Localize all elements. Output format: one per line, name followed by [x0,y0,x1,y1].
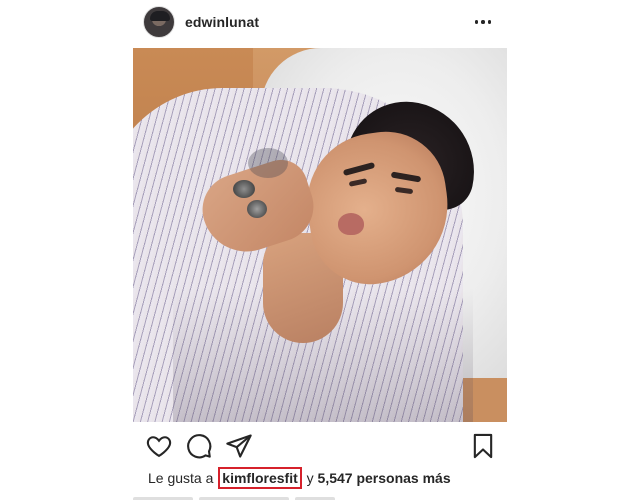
action-bar [133,430,507,462]
likes-count-link[interactable]: 5,547 personas más [318,470,451,486]
post-header: edwinlunat [133,6,507,38]
more-options-icon[interactable] [471,10,495,34]
likes-connector: y [306,470,314,486]
heart-icon[interactable] [145,432,173,460]
likes-line: Le gusta a kimfloresfit y 5,547 personas… [148,467,451,489]
likes-prefix: Le gusta a [148,470,214,486]
send-icon[interactable] [225,432,253,460]
comment-icon[interactable] [185,432,213,460]
username-link[interactable]: edwinlunat [185,14,259,30]
avatar-cap [150,11,170,21]
avatar[interactable] [143,6,175,38]
liked-by-user-link[interactable]: kimfloresfit [218,467,302,489]
bookmark-icon[interactable] [469,432,497,460]
instagram-post: edwinlunat Le gusta a kimfloresfit y 5,5… [133,0,507,500]
post-photo[interactable] [133,48,507,422]
caption-cutoff [133,492,507,500]
